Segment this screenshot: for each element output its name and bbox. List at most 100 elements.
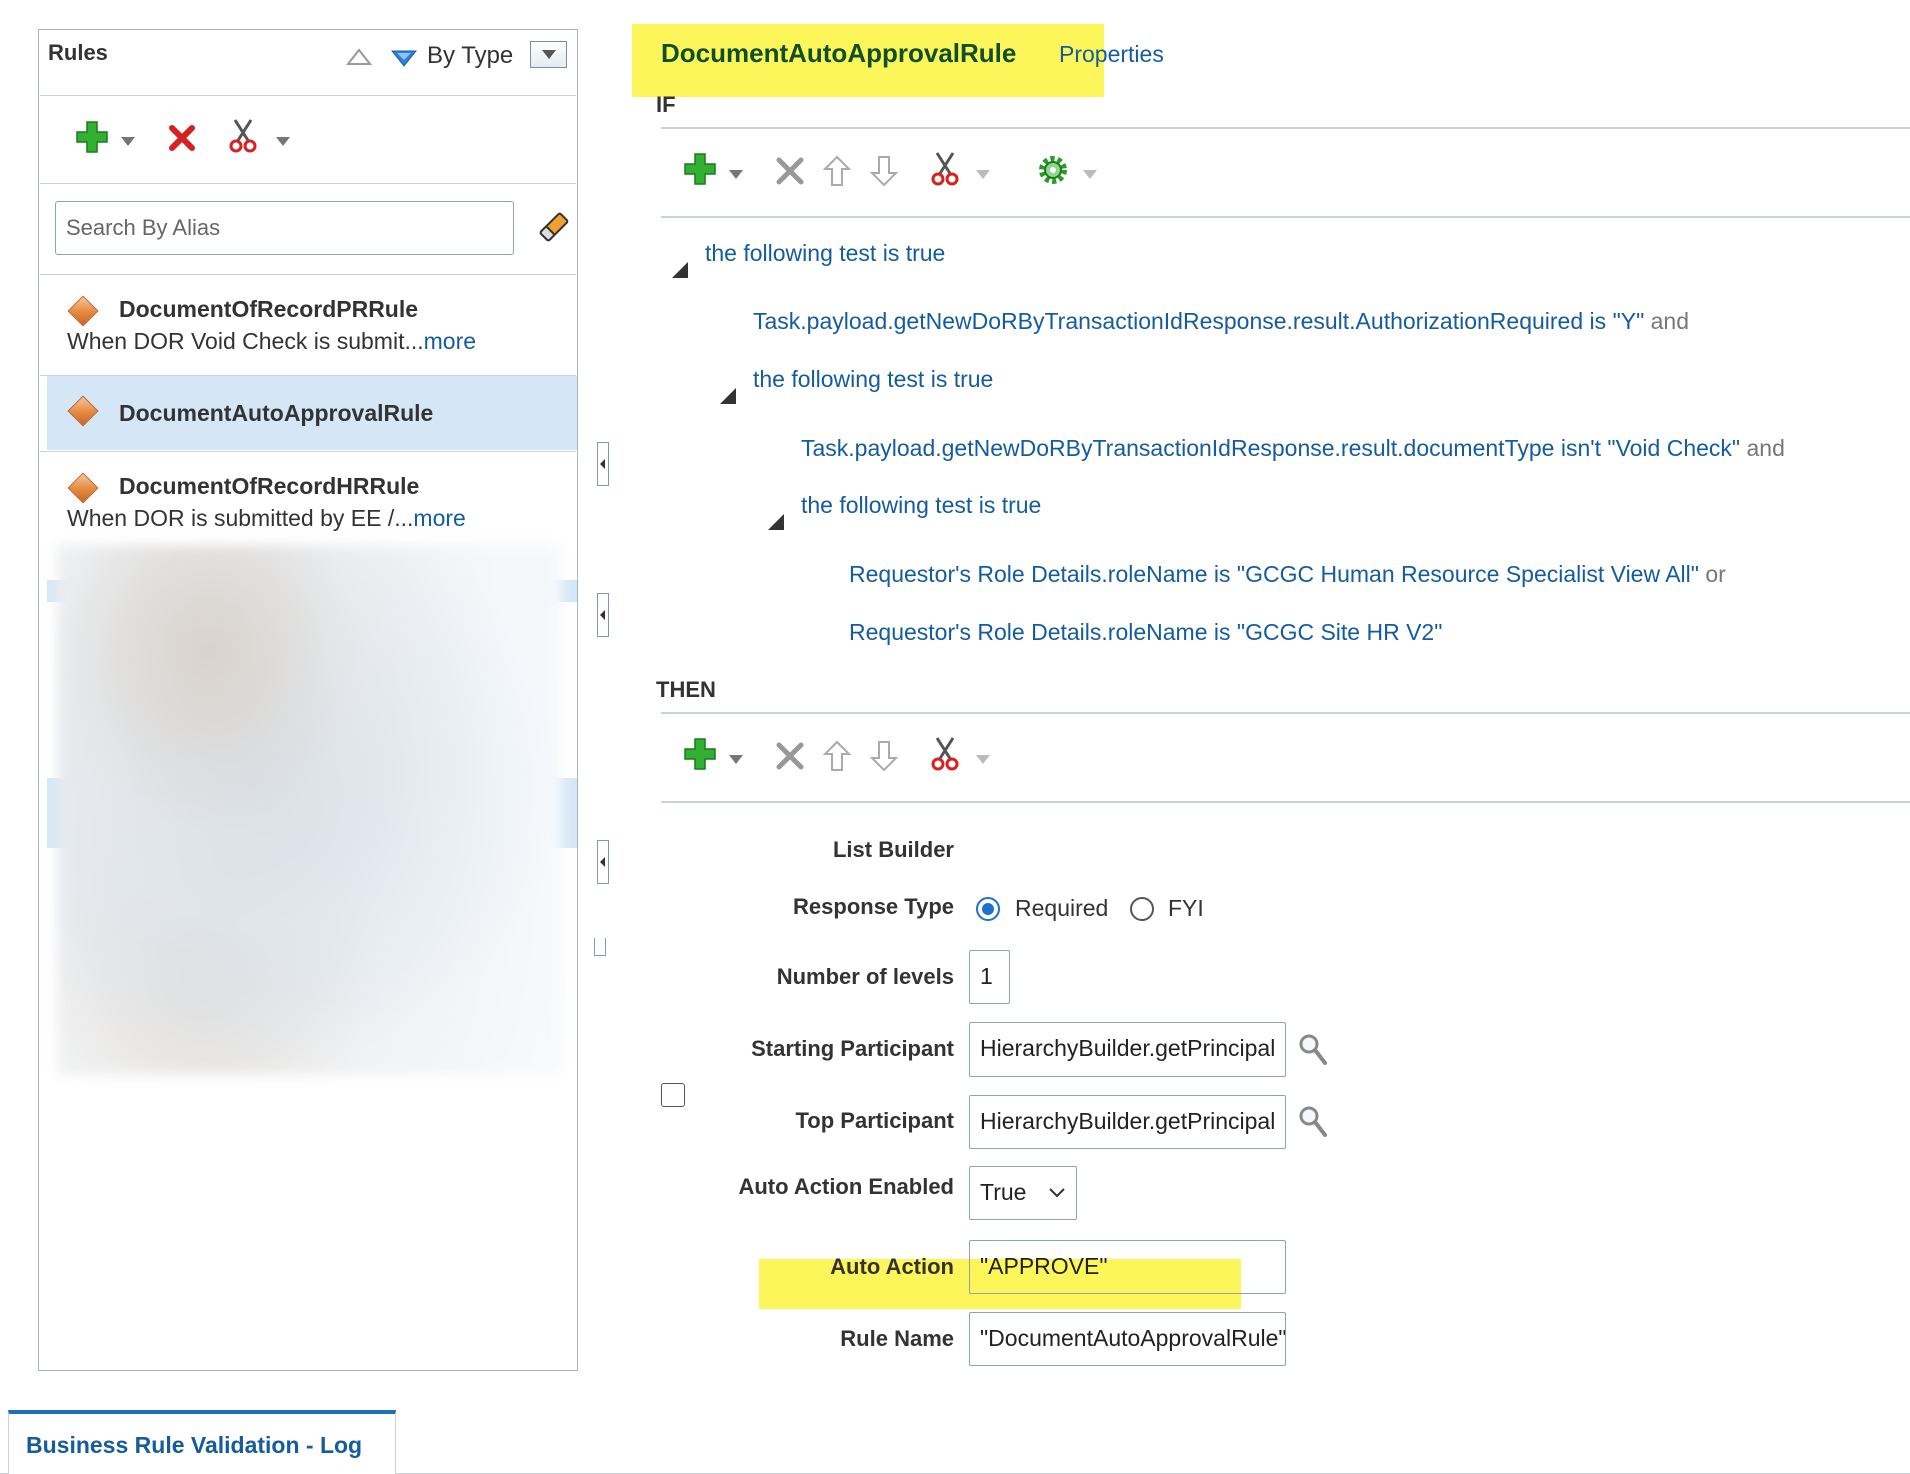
then-section-label: THEN: [656, 677, 716, 702]
collapse-tree-icon[interactable]: [672, 262, 688, 278]
search-by-alias-field[interactable]: [55, 201, 514, 255]
rule-name-label: Rule Name: [840, 1326, 954, 1351]
rule-name: DocumentOfRecordHRRule: [119, 473, 420, 499]
properties-link[interactable]: Properties: [1059, 41, 1164, 68]
delete-rule-icon[interactable]: [168, 124, 196, 152]
gear-dropdown-icon[interactable]: [1083, 170, 1097, 179]
condition-value[interactable]: "GCGC Site HR V2": [1237, 619, 1442, 645]
response-fyi-label[interactable]: FYI: [1168, 895, 1204, 922]
rule-description: When DOR is submitted by EE /...more: [67, 505, 466, 532]
rule-list-item[interactable]: DocumentOfRecordHRRule When DOR is submi…: [47, 467, 577, 547]
more-link[interactable]: more: [424, 328, 476, 354]
response-required-radio[interactable]: [976, 897, 1000, 921]
response-fyi-radio[interactable]: [1130, 897, 1154, 921]
cut-action-icon[interactable]: [929, 736, 961, 772]
collapse-panel-handle[interactable]: [597, 593, 609, 637]
search-input[interactable]: [56, 202, 513, 254]
condition-field[interactable]: Requestor's Role Details.roleName: [849, 561, 1208, 587]
divider: [40, 183, 576, 184]
add-action-icon[interactable]: [684, 738, 716, 770]
condition-field[interactable]: Task.payload.getNewDoRByTransactionIdRes…: [753, 308, 1583, 334]
starting-participant-field[interactable]: HierarchyBuilder.getPrincipal: [969, 1022, 1286, 1077]
rule-title: DocumentAutoApprovalRule: [661, 38, 1017, 68]
condition-join[interactable]: and: [1651, 308, 1689, 334]
condition-operator[interactable]: is: [1214, 561, 1231, 587]
sort-descending-icon[interactable]: [390, 48, 418, 68]
condition-value[interactable]: "Y": [1613, 308, 1645, 334]
test-group-label[interactable]: the following test is true: [801, 492, 1041, 519]
action-checkbox[interactable]: [661, 1083, 685, 1107]
auto-action-enabled-value: True: [980, 1179, 1027, 1205]
rule-diamond-icon: [67, 295, 99, 327]
test-group-label[interactable]: the following test is true: [753, 366, 993, 393]
add-rule-icon[interactable]: [76, 121, 108, 153]
sort-ascending-icon[interactable]: [346, 48, 372, 66]
test-group-label[interactable]: the following test is true: [705, 240, 945, 267]
cut-rule-icon[interactable]: [227, 118, 259, 154]
top-participant-field[interactable]: HierarchyBuilder.getPrincipal: [969, 1095, 1286, 1149]
move-up-icon[interactable]: [823, 740, 851, 772]
divider: [661, 127, 1910, 129]
rule-description-text: When DOR is submitted by EE /...: [67, 505, 414, 531]
move-down-icon[interactable]: [870, 740, 898, 772]
condition-field[interactable]: Requestor's Role Details.roleName: [849, 619, 1208, 645]
validation-log-tab-label[interactable]: Business Rule Validation - Log: [26, 1432, 362, 1459]
more-link[interactable]: more: [413, 505, 465, 531]
move-up-icon[interactable]: [823, 155, 851, 187]
response-required-label[interactable]: Required: [1015, 895, 1108, 922]
cut-condition-icon[interactable]: [929, 151, 961, 187]
number-of-levels-label: Number of levels: [776, 964, 954, 989]
condition-join[interactable]: and: [1746, 435, 1784, 461]
rule-diamond-icon: [67, 472, 99, 504]
condition-value[interactable]: "GCGC Human Resource Specialist View All…: [1237, 561, 1699, 587]
condition-operator[interactable]: is: [1214, 619, 1231, 645]
redacted-blurred-area: [57, 545, 562, 1075]
rules-panel-title: Rules: [48, 40, 108, 65]
cut-condition-dropdown-icon[interactable]: [976, 170, 990, 179]
add-rule-dropdown-icon[interactable]: [121, 137, 135, 146]
rule-diamond-icon: [67, 395, 99, 427]
condition-join[interactable]: or: [1705, 561, 1725, 587]
rule-name: DocumentOfRecordPRRule: [119, 296, 419, 322]
number-of-levels-field[interactable]: 1: [969, 950, 1010, 1004]
auto-action-enabled-select[interactable]: True: [969, 1166, 1077, 1220]
collapse-tree-icon[interactable]: [768, 514, 784, 530]
collapse-tree-icon[interactable]: [720, 388, 736, 404]
collapse-panel-handle[interactable]: [597, 442, 609, 486]
response-type-label: Response Type: [793, 894, 954, 919]
auto-action-field[interactable]: "APPROVE": [969, 1240, 1286, 1294]
rule-name-field[interactable]: "DocumentAutoApprovalRule": [969, 1312, 1286, 1366]
divider: [661, 801, 1910, 803]
delete-action-icon[interactable]: [775, 741, 805, 771]
condition-row: Task.payload.getNewDoRByTransactionIdRes…: [753, 308, 1689, 335]
condition-operator[interactable]: isn't: [1561, 435, 1601, 461]
divider: [40, 451, 576, 452]
advanced-settings-gear-icon[interactable]: [1037, 154, 1069, 186]
cut-dropdown-icon[interactable]: [276, 137, 290, 146]
move-down-icon[interactable]: [870, 155, 898, 187]
delete-condition-icon[interactable]: [775, 156, 805, 186]
condition-operator[interactable]: is: [1590, 308, 1607, 334]
add-condition-dropdown-icon[interactable]: [729, 170, 743, 179]
clear-search-eraser-icon[interactable]: [537, 210, 571, 244]
rule-list-item-selected[interactable]: DocumentAutoApprovalRule: [47, 376, 577, 450]
list-builder-label: List Builder: [832, 837, 954, 862]
sort-dropdown-button[interactable]: [530, 41, 567, 68]
condition-value[interactable]: "Void Check": [1607, 435, 1740, 461]
rule-description-text: When DOR Void Check is submit...: [67, 328, 424, 354]
rule-list-item[interactable]: DocumentOfRecordPRRule When DOR Void Che…: [47, 290, 577, 370]
condition-row: Requestor's Role Details.roleName is "GC…: [849, 619, 1442, 646]
divider: [661, 712, 1910, 714]
condition-row: Task.payload.getNewDoRByTransactionIdRes…: [801, 435, 1785, 462]
collapse-panel-handle[interactable]: [597, 840, 609, 884]
condition-field[interactable]: Task.payload.getNewDoRByTransactionIdRes…: [801, 435, 1554, 461]
search-participant-icon[interactable]: [1298, 1105, 1328, 1139]
search-participant-icon[interactable]: [1298, 1033, 1328, 1067]
add-condition-icon[interactable]: [684, 153, 716, 185]
divider: [40, 95, 576, 96]
top-participant-label: Top Participant: [795, 1108, 955, 1133]
cut-action-dropdown-icon[interactable]: [976, 755, 990, 764]
rule-name: DocumentAutoApprovalRule: [119, 400, 434, 426]
add-action-dropdown-icon[interactable]: [729, 755, 743, 764]
chevron-down-icon: [1049, 1188, 1065, 1198]
